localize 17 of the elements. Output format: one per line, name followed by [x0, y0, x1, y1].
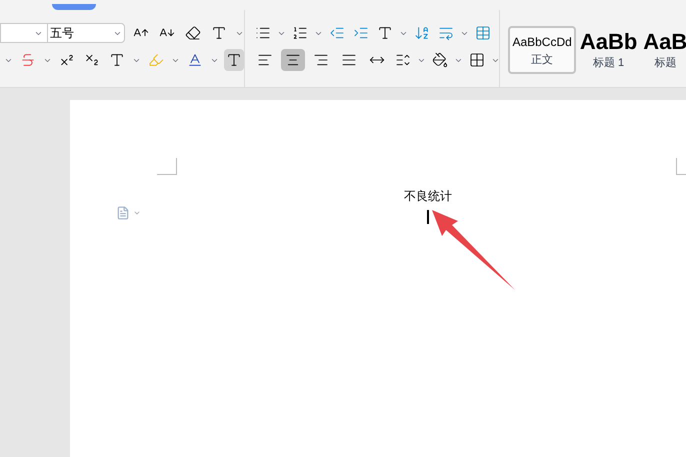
- caret-icon[interactable]: [133, 209, 141, 217]
- style-gallery-item[interactable]: AaBbCcDd 正文: [508, 26, 576, 74]
- selected-tab-edge[interactable]: [52, 4, 96, 10]
- document-icon[interactable]: [116, 206, 130, 220]
- align-right-icon: [313, 52, 330, 68]
- font-size-field[interactable]: 五号: [47, 23, 125, 43]
- align-justify-icon: [340, 52, 357, 68]
- align-button[interactable]: [281, 49, 306, 71]
- style-gallery-item[interactable]: AaBb 标题 1: [578, 26, 640, 74]
- document-title: 不良统计: [404, 188, 452, 204]
- text-cursor: [427, 210, 429, 224]
- font-name-field[interactable]: [0, 23, 48, 43]
- margin-corner-mark: [157, 158, 177, 175]
- align-center-icon: [285, 52, 302, 68]
- align-left-icon: [257, 52, 274, 68]
- font-size-value: 五号: [50, 25, 74, 42]
- style-gallery-item[interactable]: AaB 标题: [641, 26, 686, 74]
